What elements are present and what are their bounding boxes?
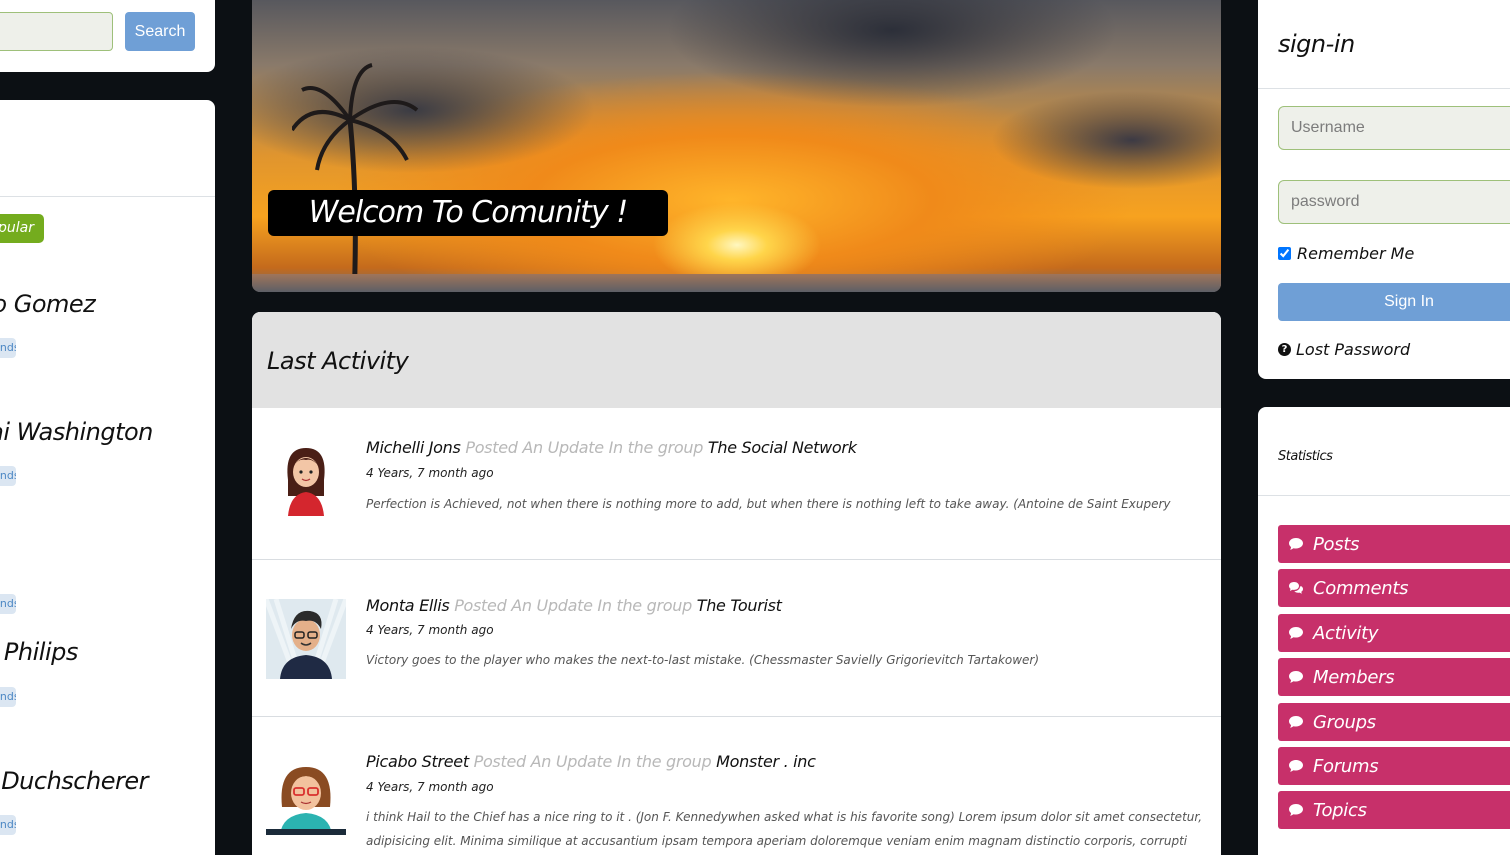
stat-comments[interactable]: Comments bbox=[1278, 569, 1510, 607]
sign-in-panel: sign-in Remember Me Sign In ? Lost Passw… bbox=[1258, 0, 1510, 379]
comment-icon bbox=[1289, 671, 1303, 683]
activity-group-link[interactable]: The Tourist bbox=[697, 596, 782, 615]
search-button[interactable]: Search bbox=[125, 12, 195, 51]
activity-time: 4 Years, 7 month ago bbox=[366, 623, 494, 637]
last-activity-panel: Last Activity Michelli Jons Posted An Up… bbox=[252, 312, 1221, 855]
stat-label: Members bbox=[1313, 666, 1395, 688]
stat-members[interactable]: Members bbox=[1278, 658, 1510, 696]
member-friends-badge[interactable]: Friends bbox=[0, 594, 16, 614]
statistics-panel: Statistics Posts Comments Activity Membe… bbox=[1258, 407, 1510, 855]
user-avatar[interactable] bbox=[266, 599, 346, 679]
activity-item: Monta Ellis Posted An Update In the grou… bbox=[252, 560, 1221, 717]
stat-label: Comments bbox=[1313, 577, 1409, 599]
member-friends-badge[interactable]: Friends bbox=[0, 815, 16, 835]
member-friends-badge[interactable]: Friends bbox=[0, 687, 16, 707]
activity-user-link[interactable]: Michelli Jons bbox=[366, 438, 461, 457]
welcome-banner-text: Welcom To Comunity ! bbox=[268, 190, 668, 236]
stat-topics[interactable]: Topics bbox=[1278, 791, 1510, 829]
stat-label: Topics bbox=[1313, 799, 1367, 821]
activity-verb: Posted An Update In the group bbox=[454, 596, 692, 615]
user-avatar[interactable] bbox=[266, 436, 346, 516]
comments-icon bbox=[1289, 582, 1303, 594]
stat-posts[interactable]: Posts bbox=[1278, 525, 1510, 563]
activity-user-link[interactable]: Picabo Street bbox=[366, 752, 469, 771]
member-name[interactable]: Andy Duchscherer bbox=[0, 767, 148, 795]
activity-verb: Posted An Update In the group bbox=[465, 438, 704, 457]
lost-password-link[interactable]: ? Lost Password bbox=[1278, 340, 1410, 359]
comment-icon bbox=[1289, 627, 1303, 639]
activity-text: i think Hail to the Chief has a nice rin… bbox=[366, 810, 1203, 848]
stat-groups[interactable]: Groups bbox=[1278, 703, 1510, 741]
sign-in-button[interactable]: Sign In bbox=[1278, 283, 1510, 321]
activity-headline: Picabo Street Posted An Update In the gr… bbox=[366, 752, 816, 771]
activity-item: Michelli Jons Posted An Update In the gr… bbox=[252, 408, 1221, 560]
password-field[interactable] bbox=[1278, 180, 1510, 224]
member-name[interactable]: Deshanna Philips bbox=[0, 638, 78, 666]
activity-verb: Posted An Update In the group bbox=[473, 752, 712, 771]
sign-in-title: sign-in bbox=[1278, 30, 1355, 58]
search-panel: Search bbox=[0, 0, 215, 72]
lost-password-label: Lost Password bbox=[1296, 340, 1411, 359]
activity-headline: Michelli Jons Posted An Update In the gr… bbox=[366, 438, 857, 457]
stat-label: Posts bbox=[1313, 533, 1360, 555]
user-avatar[interactable] bbox=[266, 755, 346, 835]
members-panel: Popular Eduardo Gomez Friends Ameerah Ka… bbox=[0, 100, 215, 855]
stat-label: Forums bbox=[1313, 755, 1379, 777]
activity-text: Perfection is Achieved, not when there i… bbox=[366, 497, 1171, 511]
activity-group-link[interactable]: The Social Network bbox=[708, 438, 857, 457]
panel-divider bbox=[1258, 88, 1510, 89]
statistics-title: Statistics bbox=[1278, 449, 1333, 464]
horizon bbox=[252, 274, 1221, 292]
remember-me-checkbox[interactable] bbox=[1278, 247, 1291, 260]
activity-text: Victory goes to the player who makes the… bbox=[366, 653, 1040, 667]
member-name[interactable]: Eduardo Gomez bbox=[0, 290, 96, 318]
activity-item: Picabo Street Posted An Update In the gr… bbox=[252, 717, 1221, 855]
remember-me-label: Remember Me bbox=[1297, 244, 1415, 263]
female-avatar-icon bbox=[266, 436, 346, 516]
activity-group-link[interactable]: Monster . inc bbox=[716, 752, 816, 771]
stat-label: Activity bbox=[1313, 622, 1379, 644]
activity-time: 4 Years, 7 month ago bbox=[366, 780, 494, 794]
stat-label: Groups bbox=[1313, 711, 1376, 733]
tab-popular[interactable]: Popular bbox=[0, 214, 44, 243]
stat-activity[interactable]: Activity bbox=[1278, 614, 1510, 652]
member-friends-badge[interactable]: Friends bbox=[0, 466, 16, 486]
palm-tree-image bbox=[292, 63, 419, 292]
stat-forums[interactable]: Forums bbox=[1278, 747, 1510, 785]
comment-icon bbox=[1289, 538, 1303, 550]
activity-time: 4 Years, 7 month ago bbox=[366, 466, 494, 480]
member-name[interactable]: Ameerah Kai Washington bbox=[0, 418, 153, 446]
male-avatar-icon bbox=[266, 599, 346, 679]
panel-divider bbox=[0, 196, 215, 197]
comment-icon bbox=[1289, 716, 1303, 728]
search-input[interactable] bbox=[0, 12, 113, 51]
comment-icon bbox=[1289, 760, 1303, 772]
hero-banner: Welcom To Comunity ! bbox=[252, 0, 1221, 292]
activity-user-link[interactable]: Monta Ellis bbox=[366, 596, 450, 615]
username-field[interactable] bbox=[1278, 106, 1510, 150]
panel-divider bbox=[1258, 495, 1510, 496]
comment-icon bbox=[1289, 804, 1303, 816]
member-friends-badge[interactable]: Friends bbox=[0, 338, 16, 358]
female-glasses-avatar-icon bbox=[266, 755, 346, 835]
remember-me[interactable]: Remember Me bbox=[1278, 244, 1414, 263]
activity-title: Last Activity bbox=[252, 312, 1221, 408]
question-circle-icon: ? bbox=[1278, 343, 1291, 356]
activity-headline: Monta Ellis Posted An Update In the grou… bbox=[366, 596, 782, 615]
